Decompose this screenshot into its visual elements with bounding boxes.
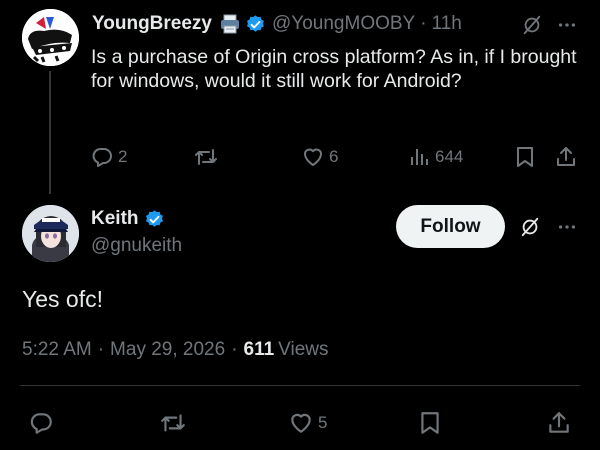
bookmark-icon <box>421 412 439 434</box>
post-date[interactable]: May 29, 2026 <box>110 339 225 361</box>
views-icon <box>411 149 428 165</box>
like-icon <box>304 148 322 166</box>
retweet-button[interactable] <box>159 410 187 436</box>
like-count: 5 <box>318 413 328 432</box>
tweet-metadata: 5:22 AM · May 29, 2026 · 611 Views <box>22 339 329 361</box>
reply-icon <box>92 148 112 167</box>
avatar-keith[interactable] <box>22 205 79 262</box>
avatar-youngbreezy[interactable] <box>22 9 79 66</box>
separator-dot: · <box>97 339 105 360</box>
display-name[interactable]: Keith <box>91 208 139 230</box>
reply-author-info: Keith @gnukeith <box>91 207 182 259</box>
more-icon[interactable] <box>556 14 578 36</box>
reply-count: 2 <box>118 147 128 166</box>
bookmark-button[interactable] <box>418 410 442 436</box>
share-icon <box>549 412 569 433</box>
reply-button[interactable]: 2 <box>90 145 127 169</box>
like-button[interactable]: 5 <box>288 410 327 436</box>
retweet-icon <box>195 149 217 165</box>
reply-icon <box>30 413 52 434</box>
handle[interactable]: @YoungMOOBY <box>272 13 415 35</box>
parent-tweet-header: YoungBreezy @YoungMOOBY · 11h <box>92 12 462 36</box>
like-button[interactable]: 6 <box>301 145 338 169</box>
views-count: 644 <box>435 147 464 166</box>
post-time[interactable]: 5:22 AM <box>22 339 92 361</box>
divider <box>20 385 580 386</box>
grok-icon[interactable] <box>519 216 541 238</box>
printer-emoji-icon <box>219 13 241 35</box>
retweet-button[interactable] <box>193 145 219 169</box>
thread-connector-line <box>49 71 51 194</box>
grok-icon[interactable] <box>521 14 543 36</box>
views-button[interactable]: 644 <box>409 145 463 169</box>
more-icon[interactable] <box>556 216 578 238</box>
reply-button[interactable] <box>28 410 54 436</box>
share-button[interactable] <box>546 410 572 436</box>
separator-dot: · <box>420 13 427 34</box>
share-button[interactable] <box>554 145 578 169</box>
verified-badge-icon[interactable] <box>245 14 266 35</box>
views-label: Views <box>278 339 329 360</box>
handle[interactable]: @gnukeith <box>91 235 182 259</box>
separator-dot: · <box>231 339 238 360</box>
like-count: 6 <box>329 147 339 166</box>
timestamp[interactable]: 11h <box>432 13 462 35</box>
reply-tweet-text: Yes ofc! <box>22 286 103 312</box>
retweet-icon <box>161 414 185 432</box>
bookmark-icon <box>517 147 533 167</box>
share-icon <box>557 147 575 166</box>
views-count: 611 <box>243 339 275 360</box>
follow-button[interactable]: Follow <box>396 205 505 248</box>
bookmark-button[interactable] <box>514 145 536 169</box>
verified-badge-icon[interactable] <box>144 209 165 230</box>
like-icon <box>291 413 311 433</box>
parent-tweet-text: Is a purchase of Origin cross platform? … <box>91 46 577 92</box>
display-name[interactable]: YoungBreezy <box>92 13 212 35</box>
